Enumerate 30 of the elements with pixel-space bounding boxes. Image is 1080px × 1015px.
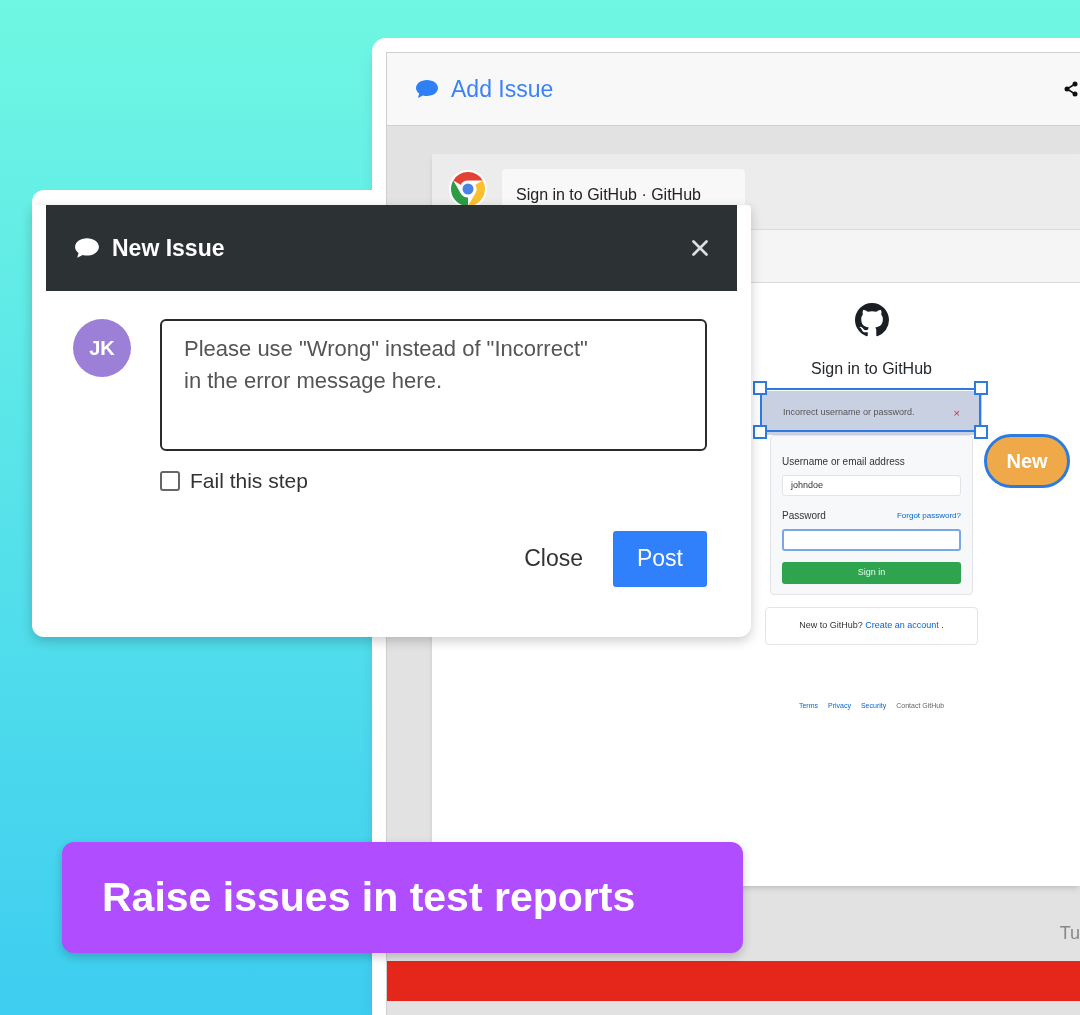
resize-handle[interactable] <box>974 425 988 439</box>
password-label: Password <box>782 509 826 523</box>
create-account-link[interactable]: Create an account <box>865 620 939 631</box>
tab-label: Tu <box>1059 922 1080 945</box>
post-button[interactable]: Post <box>612 530 707 587</box>
password-field[interactable] <box>782 529 961 551</box>
new-badge: New <box>984 434 1070 488</box>
username-label: Username or email address <box>782 455 906 469</box>
github-logo-icon <box>854 303 889 337</box>
resize-handle[interactable] <box>974 381 988 395</box>
new-to-github-text: New to GitHub? Create an account . <box>799 619 944 633</box>
sign-in-heading: Sign in to GitHub <box>811 359 932 379</box>
username-field[interactable]: johndoe <box>782 475 961 496</box>
dialog-title: New Issue <box>112 233 225 263</box>
error-close[interactable]: × <box>953 404 960 422</box>
chat-icon <box>74 237 100 259</box>
checkbox-label: Fail this step <box>190 468 308 494</box>
forgot-password-link[interactable]: Forgot password? <box>896 509 961 522</box>
chat-icon <box>415 79 439 99</box>
share-icon[interactable] <box>1064 81 1078 97</box>
checkbox[interactable] <box>160 470 180 491</box>
resize-handle[interactable] <box>753 381 767 395</box>
sign-in-button[interactable]: Sign in <box>782 562 961 584</box>
avatar: JK <box>73 319 131 377</box>
caption-banner: Raise issues in test reports <box>62 842 743 953</box>
comment-field[interactable]: Please use "Wrong" instead of "Incorrect" in the error message here. <box>160 319 707 451</box>
add-issue-link[interactable]: Add Issue <box>451 71 554 107</box>
close-button[interactable]: Close <box>504 530 603 587</box>
resize-handle[interactable] <box>753 425 767 439</box>
error-message: Incorrect username or password. <box>783 406 915 420</box>
